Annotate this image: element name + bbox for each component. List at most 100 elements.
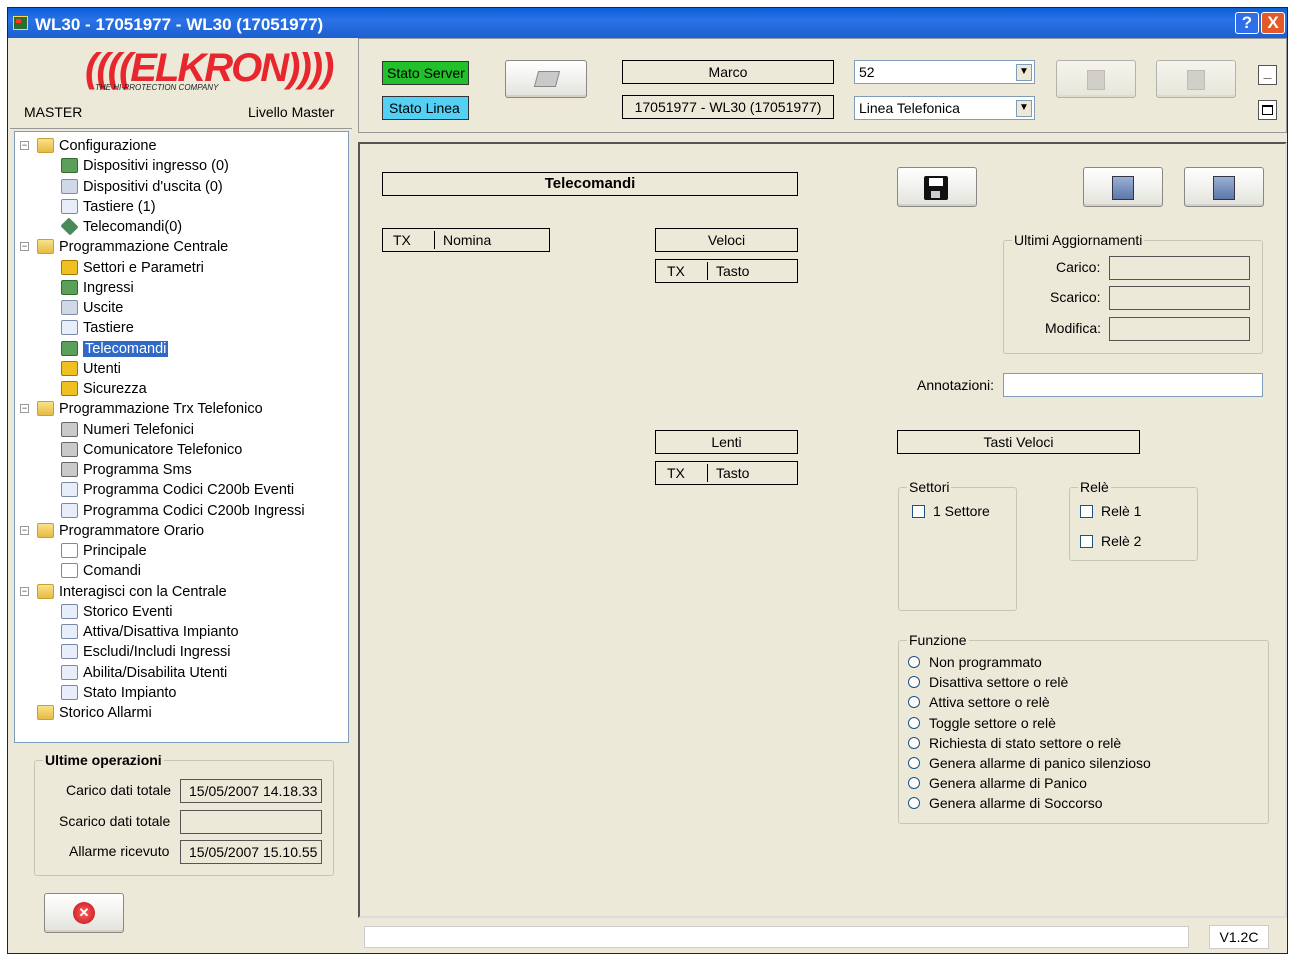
function-option-radio[interactable]: Disattiva settore o relè xyxy=(908,674,1068,690)
tree-item[interactable]: Interagisci con la Centrale xyxy=(37,582,227,602)
fast-keys-header[interactable]: TX Tasto xyxy=(655,259,798,283)
connection-type-combo[interactable]: Linea Telefonica ▼ xyxy=(854,96,1035,120)
maximize-button[interactable] xyxy=(1258,100,1277,120)
folder-icon xyxy=(37,583,54,599)
function-option-radio[interactable]: Non programmato xyxy=(908,654,1042,670)
tree-item[interactable]: Programma Sms xyxy=(61,460,192,480)
list-icon xyxy=(61,624,78,639)
tree-item[interactable]: Attiva/Disattiva Impianto xyxy=(61,622,239,642)
tree-item[interactable]: Programmatore Orario xyxy=(37,521,204,541)
tree-item[interactable]: Programma Codici C200b Ingressi xyxy=(61,501,305,521)
tree-item[interactable]: Utenti xyxy=(61,359,121,379)
table-icon xyxy=(61,502,78,518)
function-option-radio[interactable]: Attiva settore o relè xyxy=(908,694,1050,710)
tree-item[interactable]: Programma Codici C200b Eventi xyxy=(61,480,294,500)
tree-item[interactable]: Comandi xyxy=(61,561,141,581)
folder-icon xyxy=(37,522,54,538)
tree-item[interactable]: Comunicatore Telefonico xyxy=(61,440,242,460)
selector-combo[interactable]: 52 ▼ xyxy=(854,60,1035,84)
exit-button[interactable]: ✕ xyxy=(44,893,124,933)
tree-item-label: Telecomandi xyxy=(83,340,169,357)
relay-1-label: Relè 1 xyxy=(1101,503,1142,519)
collapse-toggle-icon[interactable]: − xyxy=(20,141,29,150)
tree-item[interactable]: Ingressi xyxy=(61,278,134,298)
navigation-tree[interactable]: − Configurazione Dispositivi ingresso (0) D… xyxy=(14,131,349,743)
notes-input[interactable] xyxy=(1003,373,1263,397)
radio-icon xyxy=(908,676,920,689)
function-option-radio[interactable]: Richiesta di stato settore o relè xyxy=(908,735,1121,751)
save-button[interactable] xyxy=(897,167,977,207)
tree-item[interactable]: Tastiere xyxy=(61,318,134,338)
download-button[interactable] xyxy=(1156,60,1236,98)
minimize-button[interactable]: _ xyxy=(1258,65,1277,85)
tree-item[interactable]: Settori e Parametri xyxy=(61,258,204,278)
import-button[interactable] xyxy=(1083,167,1163,207)
function-option-radio[interactable]: Toggle settore o relè xyxy=(908,715,1056,731)
tree-item[interactable]: Storico Allarmi xyxy=(37,703,152,723)
collapse-toggle-icon[interactable]: − xyxy=(20,242,29,252)
tree-item-label: Comandi xyxy=(83,563,142,580)
tree-item[interactable]: Telecomandi(0) xyxy=(60,217,182,237)
radio-icon xyxy=(908,696,920,709)
slow-keys-header[interactable]: TX Tasto xyxy=(655,461,798,485)
window-title: WL30 - 17051977 - WL30 (17051977) xyxy=(35,15,324,34)
relays-group: Relè Relè 1 Relè 2 xyxy=(1069,479,1198,561)
collapse-toggle-icon[interactable]: − xyxy=(20,404,29,414)
tree-item-label: Interagisci con la Centrale xyxy=(59,583,227,600)
function-option-radio[interactable]: Genera allarme di Soccorso xyxy=(908,795,1103,811)
connect-button[interactable] xyxy=(505,60,587,98)
function-option-label: Disattiva settore o relè xyxy=(929,674,1069,691)
list-icon xyxy=(61,684,78,700)
table-icon xyxy=(61,482,78,498)
relay-2-checkbox[interactable]: Relè 2 xyxy=(1080,533,1141,549)
tree-item-label: Utenti xyxy=(83,360,121,377)
function-option-radio[interactable]: Genera allarme di Panico xyxy=(908,775,1087,791)
tree-item[interactable]: Sicurezza xyxy=(61,379,147,399)
device-box: 17051977 - WL30 (17051977) xyxy=(622,95,834,119)
function-option-label: Richiesta di stato settore o relè xyxy=(929,734,1122,751)
tree-item[interactable]: Abilita/Disabilita Utenti xyxy=(61,663,227,683)
tree-item-label: Programmazione Centrale xyxy=(59,239,229,256)
dropdown-arrow-icon[interactable]: ▼ xyxy=(1016,64,1032,81)
tree-item[interactable]: Programmazione Trx Telefonico xyxy=(37,399,263,419)
tree-item[interactable]: Tastiere (1) xyxy=(61,197,156,217)
tree-item-label: Configurazione xyxy=(59,138,157,154)
sector-1-checkbox[interactable]: 1 Settore xyxy=(912,503,990,519)
fast-tx-col: TX xyxy=(667,263,685,279)
tree-item[interactable]: Dispositivi d'uscita (0) xyxy=(61,177,223,197)
connection-type-value: Linea Telefonica xyxy=(859,100,960,116)
upload-button[interactable] xyxy=(1056,60,1136,98)
tree-item[interactable]: Programmazione Centrale xyxy=(37,237,228,257)
help-button[interactable]: ? xyxy=(1235,12,1259,34)
close-window-button[interactable]: X xyxy=(1261,12,1285,34)
tree-item[interactable]: Principale xyxy=(61,541,147,561)
tree-item-label: Tastiere (1) xyxy=(83,198,156,215)
upload-icon xyxy=(1087,70,1105,90)
tree-item-label: Programmazione Trx Telefonico xyxy=(59,401,263,418)
tree-item-label: Dispositivi ingresso (0) xyxy=(83,158,229,175)
tree-item-label: Tastiere xyxy=(83,320,134,337)
relay-1-checkbox[interactable]: Relè 1 xyxy=(1080,503,1141,519)
level-label: Livello Master xyxy=(248,104,335,120)
tree-item[interactable]: Numeri Telefonici xyxy=(61,420,194,440)
main-panel: Telecomandi TX Nomina Veloci TX Tasto Le… xyxy=(358,142,1287,918)
tree-item[interactable]: Telecomandi xyxy=(61,339,169,359)
radio-icon xyxy=(908,716,920,729)
tree-item[interactable]: Dispositivi ingresso (0) xyxy=(61,156,229,176)
slow-keys-label: Lenti xyxy=(655,430,798,454)
collapse-toggle-icon[interactable]: − xyxy=(20,586,29,596)
tree-item[interactable]: Configurazione xyxy=(37,136,157,156)
tree-item[interactable]: Escludi/Includi Ingressi xyxy=(61,642,231,662)
fast-keys-section-label: Tasti Veloci xyxy=(897,430,1140,454)
edit-button[interactable] xyxy=(1184,167,1264,207)
collapse-toggle-icon[interactable]: − xyxy=(20,525,29,535)
radio-icon xyxy=(908,777,920,790)
dropdown-arrow-icon[interactable]: ▼ xyxy=(1016,100,1032,117)
tree-item[interactable]: Storico Eventi xyxy=(61,602,172,622)
tree-item[interactable]: Uscite xyxy=(61,298,123,318)
function-option-radio[interactable]: Genera allarme di panico silenzioso xyxy=(908,755,1151,771)
function-option-label: Toggle settore o relè xyxy=(929,714,1056,731)
tree-item[interactable]: Stato Impianto xyxy=(61,683,177,703)
list-header[interactable]: TX Nomina xyxy=(382,228,550,252)
import-icon xyxy=(1112,176,1134,200)
